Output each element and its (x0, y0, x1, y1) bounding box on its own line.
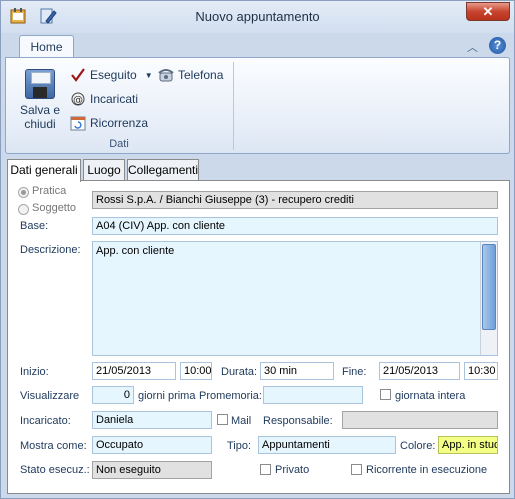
giornata-intera-label: giornata intera (395, 390, 466, 402)
tab-dati-generali[interactable]: Dati generali (7, 159, 81, 182)
descrizione-scrollbar[interactable] (480, 242, 497, 355)
incaricato-field[interactable]: Daniela (92, 411, 212, 429)
tab-home[interactable]: Home (19, 35, 74, 59)
checkmark-icon (70, 67, 86, 83)
ribbon-group-separator (233, 62, 234, 150)
mail-label: Mail (231, 415, 252, 427)
fine-time-field[interactable]: 10:30 (464, 362, 498, 380)
recurrence-icon (70, 115, 86, 131)
base-field[interactable]: A04 (CIV) App. con cliente (92, 217, 498, 235)
ricorrenza-label: Ricorrenza (90, 116, 149, 130)
incaricati-button[interactable]: @ Incaricati (70, 89, 138, 109)
tipo-field[interactable]: Appuntamenti (258, 436, 396, 454)
tipo-label: Tipo: (227, 440, 252, 452)
descrizione-label: Descrizione: (20, 244, 81, 256)
pratica-radio[interactable] (18, 187, 29, 198)
mail-checkbox[interactable] (217, 414, 228, 425)
appointment-window: Nuovo appuntamento ✕ Home ︿ ? Salva e ch… (0, 0, 515, 499)
eseguito-button[interactable]: Eseguito ▼ (70, 65, 153, 85)
tab-luogo[interactable]: Luogo (83, 159, 125, 181)
stato-field[interactable]: Non eseguito (92, 461, 212, 479)
pratica-label: Pratica (32, 185, 67, 197)
mostra-come-field[interactable]: Occupato (92, 436, 212, 454)
ribbon: Salva e chiudi Eseguito ▼ Telefona @ Inc… (5, 57, 510, 154)
save-icon (25, 69, 55, 99)
visualizzare-label: Visualizzare (20, 390, 80, 402)
inizio-time-field[interactable]: 10:00 (180, 362, 212, 380)
soggetto-radio[interactable] (18, 204, 29, 215)
privato-label: Privato (275, 464, 310, 476)
durata-field[interactable]: 30 min (260, 362, 334, 380)
incaricati-label: Incaricati (90, 92, 139, 106)
scrollbar-thumb[interactable] (482, 244, 496, 330)
promemoria-label: Promemoria: (199, 390, 262, 402)
telefona-label: Telefona (178, 68, 224, 82)
incaricato-label: Incaricato: (20, 415, 71, 427)
svg-text:@: @ (73, 95, 83, 106)
pratica-field[interactable]: Rossi S.p.A. / Bianchi Giuseppe (3) - re… (92, 191, 498, 209)
stato-label: Stato esecuz.: (20, 464, 90, 476)
telefona-button[interactable]: Telefona (158, 65, 223, 85)
dropdown-arrow-icon[interactable]: ▼ (145, 71, 153, 80)
descrizione-text: App. con cliente (96, 245, 175, 257)
help-icon[interactable]: ? (489, 37, 506, 54)
base-label: Base: (20, 220, 49, 232)
responsabile-label: Responsabile: (263, 415, 333, 427)
soggetto-label: Soggetto (32, 202, 77, 214)
chevron-up-icon[interactable]: ︿ (467, 39, 478, 55)
colore-field[interactable]: App. in studio (438, 436, 498, 454)
phone-icon (158, 67, 174, 83)
ricorrente-label: Ricorrente in esecuzione (366, 464, 488, 476)
visualizzare-field[interactable]: 0 (92, 386, 134, 404)
fine-label: Fine: (342, 366, 367, 378)
mostra-come-label: Mostra come: (20, 440, 87, 452)
tab-collegamenti[interactable]: Collegamenti (127, 159, 199, 181)
fine-date-field[interactable]: 21/05/2013 (379, 362, 460, 380)
save-close-button[interactable]: Salva e chiudi (16, 66, 64, 136)
save-label-line2: chiudi (24, 117, 56, 131)
ribbon-group-label: Dati (109, 138, 129, 150)
ricorrente-checkbox[interactable] (351, 464, 362, 475)
close-button[interactable]: ✕ (466, 2, 510, 21)
window-title: Nuovo appuntamento (195, 9, 320, 24)
descrizione-textarea[interactable]: App. con cliente (92, 241, 498, 356)
promemoria-field[interactable] (263, 386, 363, 404)
responsabile-field[interactable] (342, 411, 498, 429)
inizio-label: Inizio: (20, 366, 49, 378)
title-bar: Nuovo appuntamento ✕ (1, 1, 514, 33)
ribbon-tabs: Home ︿ ? (1, 33, 514, 59)
giorni-prima-label: giorni prima (138, 390, 196, 402)
durata-label: Durata: (221, 366, 258, 378)
colore-label: Colore: (400, 440, 436, 452)
save-label-line1: Salva e (19, 103, 61, 117)
form-panel: Pratica Soggetto Rossi S.p.A. / Bianchi … (7, 180, 510, 494)
giornata-intera-checkbox[interactable] (380, 389, 391, 400)
privato-checkbox[interactable] (260, 464, 271, 475)
eseguito-label: Eseguito (90, 68, 137, 82)
contacts-icon: @ (70, 91, 86, 107)
ricorrenza-button[interactable]: Ricorrenza (70, 113, 148, 133)
inizio-date-field[interactable]: 21/05/2013 (92, 362, 176, 380)
